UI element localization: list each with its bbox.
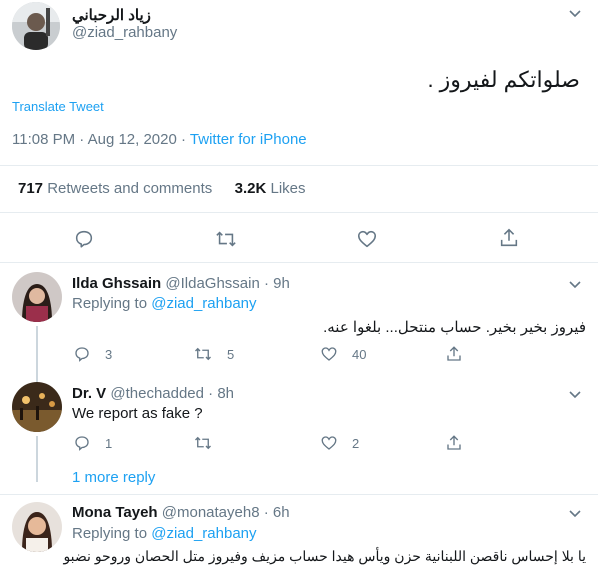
- reply-retweet-count: 5: [227, 346, 235, 362]
- like-heart-icon: [320, 345, 338, 363]
- reply-author-name[interactable]: Mona Tayeh: [72, 504, 158, 521]
- retweet-icon[interactable]: [214, 228, 238, 250]
- chevron-down-icon[interactable]: [568, 6, 582, 20]
- replying-to: Replying to @ziad_rahbany: [72, 525, 257, 542]
- translate-tweet-link[interactable]: Translate Tweet: [12, 99, 104, 114]
- reply-author-name[interactable]: Dr. V: [72, 385, 106, 402]
- reply-retweet-action[interactable]: [193, 434, 227, 452]
- replying-to-label: Replying to: [72, 525, 148, 542]
- reply-avatar[interactable]: [12, 382, 62, 432]
- reply-like-action[interactable]: 2: [320, 434, 359, 452]
- author-name[interactable]: زياد الرحباني: [72, 6, 151, 24]
- reply-time[interactable]: · 9h: [264, 275, 290, 292]
- reply-text: We report as fake ?: [72, 405, 203, 422]
- reply-comment-count: 3: [105, 346, 113, 362]
- reply-avatar[interactable]: [12, 502, 62, 552]
- reply-text: يا بلا إحساس ناقصن اللبنانية حزن ويأس هي…: [63, 548, 586, 564]
- author-handle[interactable]: @ziad_rahbany: [72, 24, 177, 41]
- replying-to: Replying to @ziad_rahbany: [72, 295, 257, 312]
- reply-time[interactable]: · 8h: [208, 385, 234, 402]
- reply-like-action[interactable]: 40: [320, 345, 366, 363]
- reply-author-handle[interactable]: @monatayeh8: [162, 504, 260, 521]
- reply-comment-count: 1: [105, 435, 113, 451]
- reply-like-count: 2: [352, 435, 360, 451]
- retweet-icon: [193, 434, 213, 452]
- like-heart-icon: [320, 434, 338, 452]
- tweet-meta: 11:08 PM · Aug 12, 2020 · Twitter for iP…: [12, 131, 307, 148]
- author-avatar[interactable]: [12, 2, 60, 50]
- reply-header: Dr. V @thechadded · 8h: [72, 385, 234, 402]
- reply-author-name[interactable]: Ilda Ghssain: [72, 275, 161, 292]
- chevron-down-icon[interactable]: [568, 387, 582, 401]
- likes-count[interactable]: 3.2K: [235, 180, 267, 197]
- chevron-down-icon[interactable]: [568, 277, 582, 291]
- likes-label[interactable]: Likes: [270, 180, 305, 197]
- share-icon[interactable]: [445, 434, 463, 452]
- replying-to-handle[interactable]: @ziad_rahbany: [151, 525, 256, 542]
- reply-header: Ilda Ghssain @IldaGhssain · 9h: [72, 275, 290, 292]
- retweets-label[interactable]: Retweets and comments: [47, 180, 212, 197]
- tweet-source-link[interactable]: Twitter for iPhone: [190, 131, 307, 148]
- tweet-timestamp: 11:08 PM · Aug 12, 2020 ·: [12, 131, 190, 148]
- reply-icon: [73, 434, 91, 452]
- show-more-replies-link[interactable]: 1 more reply: [72, 469, 155, 486]
- tweet-stats: 717 Retweets and comments 3.2K Likes: [18, 180, 306, 197]
- reply-author-handle[interactable]: @thechadded: [110, 385, 204, 402]
- reply-avatar[interactable]: [12, 272, 62, 322]
- replying-to-label: Replying to: [72, 295, 148, 312]
- reply-author-handle[interactable]: @IldaGhssain: [165, 275, 259, 292]
- chevron-down-icon[interactable]: [568, 506, 582, 520]
- share-icon[interactable]: [498, 227, 520, 249]
- tweet-text: صلواتكم لفيروز .: [427, 67, 580, 92]
- reply-icon[interactable]: [73, 228, 95, 250]
- replying-to-handle[interactable]: @ziad_rahbany: [151, 295, 256, 312]
- reply-text: فيروز بخير بخير. حساب منتحل... بلغوا عنه…: [323, 319, 586, 336]
- reply-retweet-action[interactable]: 5: [193, 345, 234, 363]
- share-icon[interactable]: [445, 345, 463, 363]
- like-heart-icon[interactable]: [356, 228, 378, 250]
- reply-like-count: 40: [352, 346, 367, 362]
- reply-header: Mona Tayeh @monatayeh8 · 6h: [72, 504, 290, 521]
- reply-comment-action[interactable]: 3: [73, 345, 112, 363]
- reply-icon: [73, 345, 91, 363]
- retweet-icon: [193, 345, 213, 363]
- retweets-count[interactable]: 717: [18, 180, 43, 197]
- reply-comment-action[interactable]: 1: [73, 434, 112, 452]
- reply-time[interactable]: · 6h: [264, 504, 290, 521]
